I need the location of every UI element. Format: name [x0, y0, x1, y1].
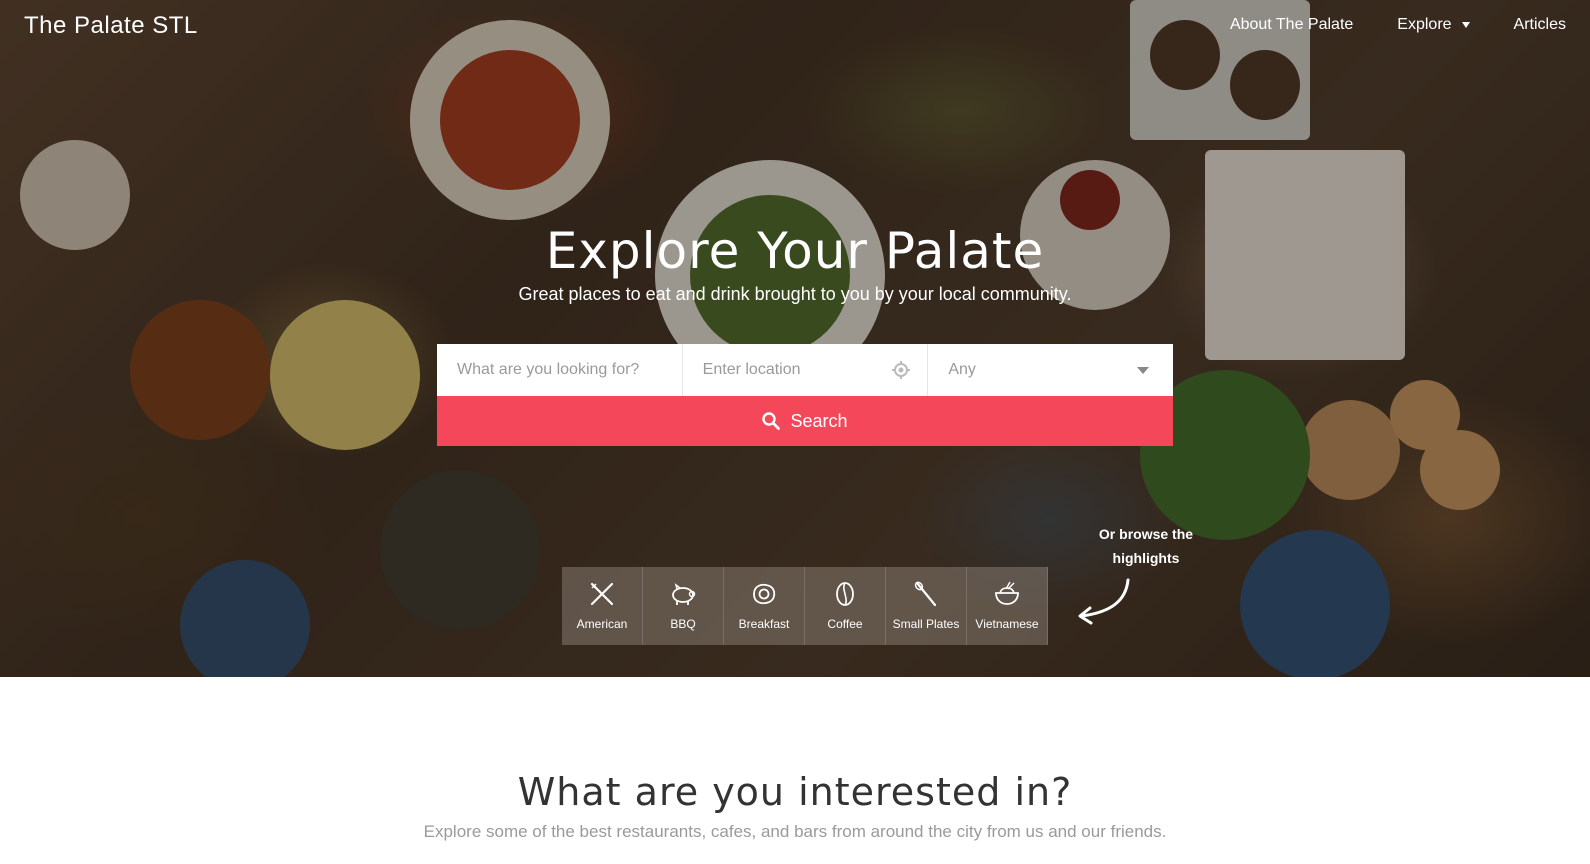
search-fields: Any: [437, 344, 1173, 396]
section-subtitle: Explore some of the best restaurants, ca…: [423, 822, 1167, 841]
egg-icon: [753, 583, 776, 605]
category-small-plates[interactable]: Small Plates: [886, 567, 967, 645]
nav-explore[interactable]: Explore: [1397, 16, 1470, 34]
category-label: Small Plates: [892, 617, 960, 631]
category-label: Coffee: [827, 617, 863, 631]
main-nav: About The Palate Explore Articles: [1230, 16, 1566, 34]
category-breakfast[interactable]: Breakfast: [724, 567, 805, 645]
search-icon: [762, 412, 781, 430]
category-label: BBQ: [670, 617, 696, 631]
section-title: What are you interested in?: [517, 770, 1073, 814]
coffee-bean-icon: [836, 582, 854, 606]
category-label: Breakfast: [738, 617, 790, 631]
nav-explore-label: Explore: [1397, 16, 1452, 33]
locate-icon[interactable]: [891, 360, 911, 380]
category-select[interactable]: Any: [928, 344, 1173, 396]
pig-icon: [672, 583, 696, 605]
category-label: American: [576, 617, 628, 631]
rice-bowl-icon: [995, 581, 1019, 605]
search-button-label: Search: [790, 410, 848, 431]
location-field: [683, 344, 929, 396]
curved-arrow-icon: [1078, 578, 1130, 625]
site-logo[interactable]: The Palate STL: [24, 12, 198, 40]
search-button[interactable]: Search: [437, 396, 1173, 446]
search-form: Any Search: [437, 344, 1173, 446]
nav-about-label: About The Palate: [1229, 16, 1354, 33]
category-bbq[interactable]: BBQ: [643, 567, 724, 645]
nav-about[interactable]: About The Palate: [1230, 16, 1353, 34]
category-highlights: American BBQ Breakfast Coffee Small Plat…: [562, 567, 1048, 645]
category-american[interactable]: American: [562, 567, 643, 645]
browse-hint: Or browse the highlights: [1098, 526, 1194, 566]
keyword-field: [437, 344, 683, 396]
category-label: Vietnamese: [975, 617, 1039, 631]
keyword-input[interactable]: [457, 361, 662, 379]
spoon-fork-icon: [914, 581, 937, 607]
hero-title: Explore Your Palate: [545, 222, 1045, 280]
fork-knife-icon: [590, 582, 614, 606]
chevron-down-icon: [1461, 22, 1470, 28]
nav-articles-label: Articles: [1513, 16, 1566, 33]
category-select-value: Any: [948, 361, 976, 378]
chevron-down-icon: [1137, 367, 1150, 374]
location-input[interactable]: [702, 361, 908, 379]
category-vietnamese[interactable]: Vietnamese: [967, 567, 1048, 645]
hero-subtitle: Great places to eat and drink brought to…: [518, 284, 1072, 304]
category-coffee[interactable]: Coffee: [805, 567, 886, 645]
nav-articles[interactable]: Articles: [1514, 16, 1566, 34]
